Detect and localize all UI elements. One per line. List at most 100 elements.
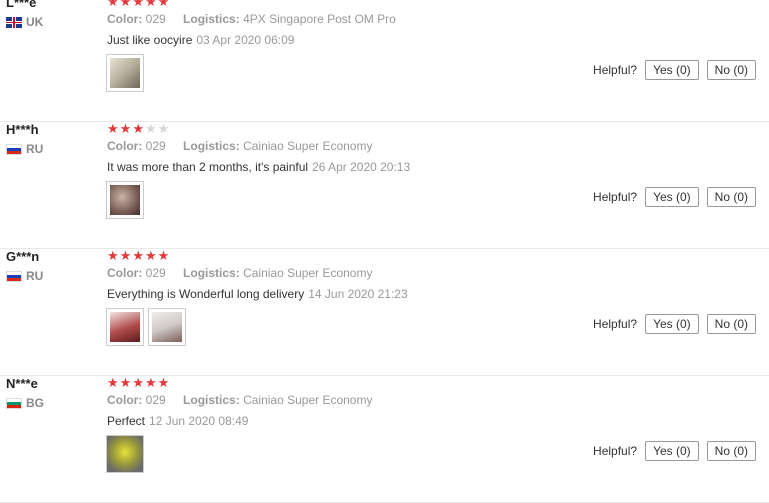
review-date: 03 Apr 2020 06:09 [196,33,295,47]
helpful-no-button[interactable]: No (0) [706,60,756,80]
review-photo-thumbnail[interactable] [106,181,144,219]
helpful-vote: Helpful? Yes (0) No (0) [593,314,756,334]
star-filled-icon: ★ [132,121,145,136]
review-comment: Everything is Wonderful long delivery [107,287,305,301]
review-text: It was more than 2 months, it's painful 2… [107,160,410,174]
review-attributes: Color: 029 Logistics: Cainiao Super Econ… [107,393,372,407]
logistics-value: Cainiao Super Economy [243,139,373,153]
logistics-label: Logistics: [183,139,240,153]
review-item: G***n RU ★★★★★ Color: 029 Logistics: Cai… [0,249,769,376]
helpful-vote: Helpful? Yes (0) No (0) [593,60,756,80]
reviewer-country: UK [6,15,43,29]
review-date: 26 Apr 2020 20:13 [312,160,411,174]
star-rating: ★★★★★ [107,122,170,135]
logistics-label: Logistics: [183,393,240,407]
star-filled-icon: ★ [144,248,158,263]
helpful-yes-button[interactable]: Yes (0) [645,314,699,334]
helpful-label: Helpful? [593,63,638,77]
review-date: 12 Jun 2020 08:49 [149,414,249,428]
logistics-label: Logistics: [183,266,240,280]
logistics-label: Logistics: [183,12,240,26]
helpful-vote: Helpful? Yes (0) No (0) [593,441,756,461]
helpful-yes-button[interactable]: Yes (0) [645,441,699,461]
helpful-no-button[interactable]: No (0) [706,187,756,207]
color-value: 029 [145,266,166,280]
color-value: 029 [145,139,166,153]
helpful-label: Helpful? [593,317,638,331]
review-comment: Perfect [107,414,146,428]
star-filled-icon: ★ [132,375,145,390]
helpful-yes-button[interactable]: Yes (0) [645,187,699,207]
review-photos [106,435,144,473]
review-item: H***h RU ★★★★★ Color: 029 Logistics: Cai… [0,122,769,249]
star-filled-icon: ★ [107,121,120,136]
star-filled-icon: ★ [144,0,158,9]
review-comment: Just like oocyire [107,33,193,47]
review-text: Everything is Wonderful long delivery 14 … [107,287,408,301]
logistics-value: Cainiao Super Economy [243,266,373,280]
star-rating: ★★★★★ [107,249,170,262]
review-attributes: Color: 029 Logistics: Cainiao Super Econ… [107,266,372,280]
reviewer-name: N***e [6,376,38,391]
star-filled-icon: ★ [119,248,133,263]
star-filled-icon: ★ [144,375,158,390]
review-item: L***e UK ★★★★★ Color: 029 Logistics: 4PX… [0,0,769,122]
star-filled-icon: ★ [132,248,145,263]
review-photo-thumbnail[interactable] [106,435,144,473]
helpful-no-button[interactable]: No (0) [706,441,756,461]
helpful-yes-button[interactable]: Yes (0) [645,60,699,80]
star-filled-icon: ★ [119,0,133,9]
review-attributes: Color: 029 Logistics: Cainiao Super Econ… [107,139,372,153]
review-item: N***e BG ★★★★★ Color: 029 Logistics: Cai… [0,376,769,503]
review-photo-thumbnail[interactable] [106,308,144,346]
star-filled-icon: ★ [132,0,145,9]
review-date: 14 Jun 2020 21:23 [308,287,408,301]
country-code: RU [26,269,44,283]
star-rating: ★★★★★ [107,0,170,8]
helpful-label: Helpful? [593,444,638,458]
country-code: BG [26,396,44,410]
logistics-value: Cainiao Super Economy [243,393,373,407]
star-filled-icon: ★ [119,375,133,390]
star-filled-icon: ★ [157,248,171,263]
color-value: 029 [145,393,166,407]
reviewer-country: RU [6,142,43,156]
star-filled-icon: ★ [107,375,120,390]
review-comment: It was more than 2 months, it's painful [107,160,309,174]
helpful-label: Helpful? [593,190,638,204]
color-value: 029 [145,12,166,26]
logistics-value: 4PX Singapore Post OM Pro [243,12,396,26]
reviewer-country: RU [6,269,43,283]
reviewer-name: H***h [6,122,39,137]
review-photo-thumbnail[interactable] [106,54,144,92]
star-empty-icon: ★ [157,121,171,136]
star-filled-icon: ★ [119,121,133,136]
country-code: UK [26,15,44,29]
uk-flag-icon [6,16,22,28]
color-label: Color: [107,12,143,26]
review-text: Just like oocyire 03 Apr 2020 06:09 [107,33,294,47]
review-photos [106,54,144,92]
review-photos [106,308,186,346]
color-label: Color: [107,393,143,407]
star-rating: ★★★★★ [107,376,170,389]
helpful-vote: Helpful? Yes (0) No (0) [593,187,756,207]
reviewer-country: BG [6,396,44,410]
color-label: Color: [107,139,143,153]
ru-flag-icon [6,143,22,155]
review-text: Perfect 12 Jun 2020 08:49 [107,414,248,428]
star-filled-icon: ★ [157,0,171,9]
helpful-no-button[interactable]: No (0) [706,314,756,334]
review-photos [106,181,144,219]
star-filled-icon: ★ [107,0,120,9]
reviewer-name: L***e [6,0,37,10]
country-code: RU [26,142,44,156]
ru-flag-icon [6,270,22,282]
star-empty-icon: ★ [144,121,158,136]
star-filled-icon: ★ [157,375,171,390]
color-label: Color: [107,266,143,280]
star-filled-icon: ★ [107,248,120,263]
review-photo-thumbnail[interactable] [148,308,186,346]
review-attributes: Color: 029 Logistics: 4PX Singapore Post… [107,12,396,26]
reviewer-name: G***n [6,249,40,264]
